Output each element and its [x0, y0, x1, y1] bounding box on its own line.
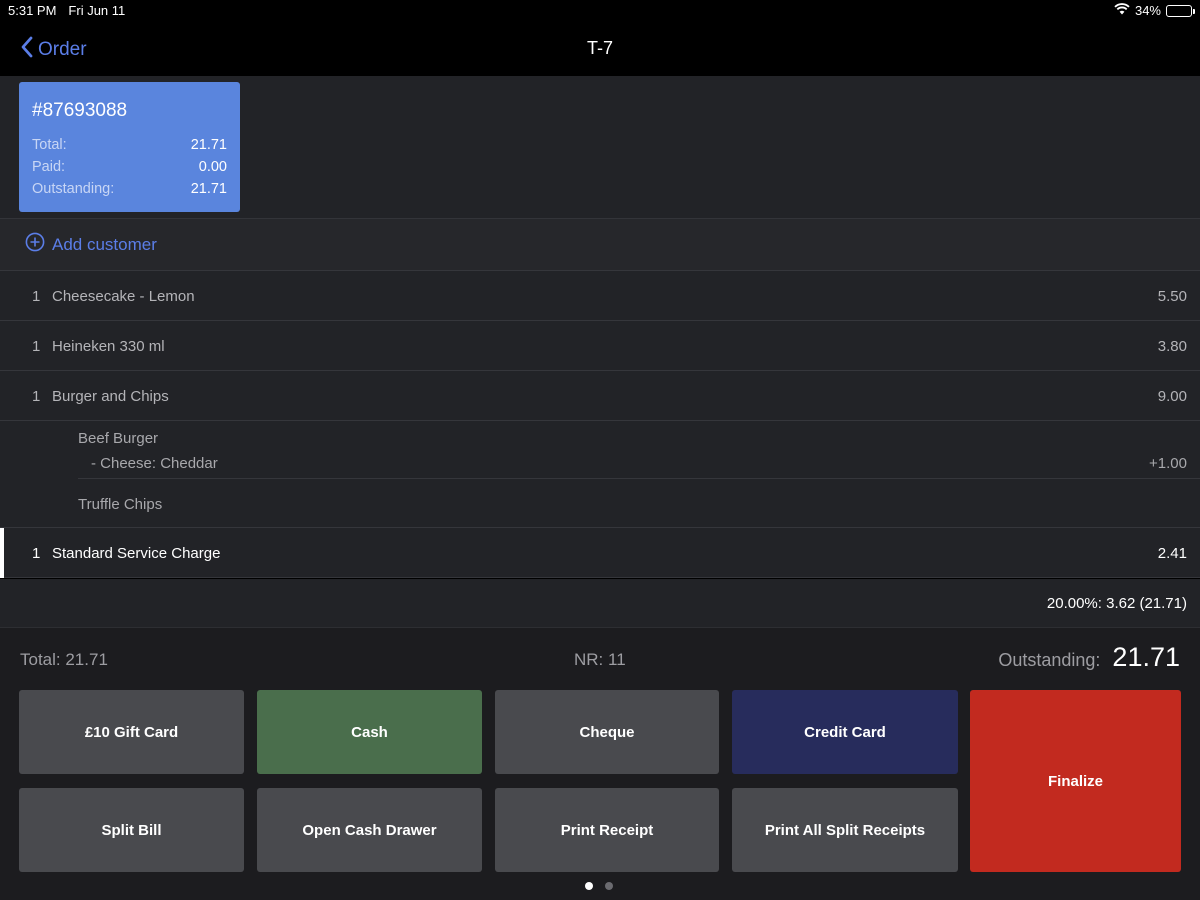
service-charge-row[interactable]: 1 Standard Service Charge 2.41: [0, 528, 1200, 578]
gift-card-button[interactable]: £10 Gift Card: [19, 690, 244, 774]
print-all-split-receipts-button[interactable]: Print All Split Receipts: [732, 788, 958, 872]
item-name: Standard Service Charge: [52, 545, 221, 562]
status-right: 34%: [1114, 3, 1195, 18]
bill-outstanding-label: Outstanding:: [32, 181, 115, 197]
list-item[interactable]: 1 Heineken 330 ml 3.80: [0, 321, 1200, 371]
bill-paid-row: Paid: 0.00: [32, 156, 227, 178]
item-price: 3.80: [1157, 338, 1187, 355]
bill-card[interactable]: #87693088 Total: 21.71 Paid: 0.00 Outsta…: [19, 82, 240, 212]
bill-total-label: Total:: [32, 137, 67, 153]
add-customer-label: Add customer: [52, 234, 157, 254]
nav-bar: Order T-7: [0, 22, 1200, 76]
add-customer-button[interactable]: Add customer: [0, 219, 1200, 271]
item-name: Cheesecake - Lemon: [52, 288, 195, 305]
item-price: 9.00: [1157, 388, 1187, 405]
battery-percent: 34%: [1134, 3, 1161, 18]
item-qty: 1: [32, 288, 41, 305]
modifier-second: Truffle Chips: [78, 496, 163, 513]
status-time: 5:31 PM: [8, 3, 57, 18]
total-label: Total: 21.71: [20, 650, 108, 669]
bill-total-row: Total: 21.71: [32, 134, 227, 156]
list-item[interactable]: 1 Cheesecake - Lemon 5.50: [0, 271, 1200, 321]
wifi-icon: [1114, 3, 1130, 18]
status-left: 5:31 PM Fri Jun 11: [8, 3, 125, 18]
tax-line: 20.00%: 3.62 (21.71): [1046, 595, 1187, 612]
page-title: T-7: [586, 38, 613, 58]
print-receipt-button[interactable]: Print Receipt: [495, 788, 719, 872]
page-dot[interactable]: [605, 882, 613, 890]
bills-area: #87693088 Total: 21.71 Paid: 0.00 Outsta…: [0, 76, 1200, 219]
modifier-sub: - Cheese: Cheddar: [91, 455, 218, 472]
bill-paid-value: 0.00: [198, 159, 227, 175]
outstanding-value: 21.71: [1112, 642, 1180, 672]
credit-card-button[interactable]: Credit Card: [732, 690, 958, 774]
status-bar: 5:31 PM Fri Jun 11 34%: [0, 0, 1200, 22]
list-item[interactable]: 1 Burger and Chips 9.00: [0, 371, 1200, 421]
status-date: Fri Jun 11: [68, 3, 126, 18]
modifier-sub-price: +1.00: [1149, 455, 1187, 472]
item-qty: 1: [32, 338, 41, 355]
plus-circle-icon: [25, 232, 45, 257]
bill-total-value: 21.71: [190, 137, 227, 153]
split-bill-button[interactable]: Split Bill: [19, 788, 244, 872]
item-modifiers[interactable]: Beef Burger - Cheese: Cheddar +1.00 Truf…: [0, 421, 1200, 528]
bill-outstanding-row: Outstanding: 21.71: [32, 178, 227, 200]
outstanding-summary: Outstanding: 21.71: [998, 642, 1180, 673]
order-items-list: 1 Cheesecake - Lemon 5.50 1 Heineken 330…: [0, 271, 1200, 578]
modifier-divider: [78, 478, 1200, 479]
finalize-button[interactable]: Finalize: [970, 690, 1181, 872]
item-name: Burger and Chips: [52, 388, 169, 405]
bill-paid-label: Paid:: [32, 159, 66, 175]
item-qty: 1: [32, 545, 41, 562]
modifier-main: Beef Burger: [78, 430, 159, 447]
page-indicator[interactable]: [585, 882, 613, 890]
cheque-button[interactable]: Cheque: [495, 690, 719, 774]
item-price: 5.50: [1157, 288, 1187, 305]
item-qty: 1: [32, 388, 41, 405]
page-dot[interactable]: [585, 882, 593, 890]
bill-number: #87693088: [32, 100, 128, 121]
item-price: 2.41: [1157, 545, 1187, 562]
outstanding-label: Outstanding:: [998, 650, 1101, 670]
nr-label: NR: 11: [574, 650, 626, 669]
item-name: Heineken 330 ml: [52, 338, 165, 355]
cash-button[interactable]: Cash: [257, 690, 482, 774]
tax-summary: 20.00%: 3.62 (21.71): [0, 579, 1200, 627]
open-cash-drawer-button[interactable]: Open Cash Drawer: [257, 788, 482, 872]
bill-outstanding-value: 21.71: [190, 181, 227, 197]
battery-icon: [1166, 4, 1195, 17]
